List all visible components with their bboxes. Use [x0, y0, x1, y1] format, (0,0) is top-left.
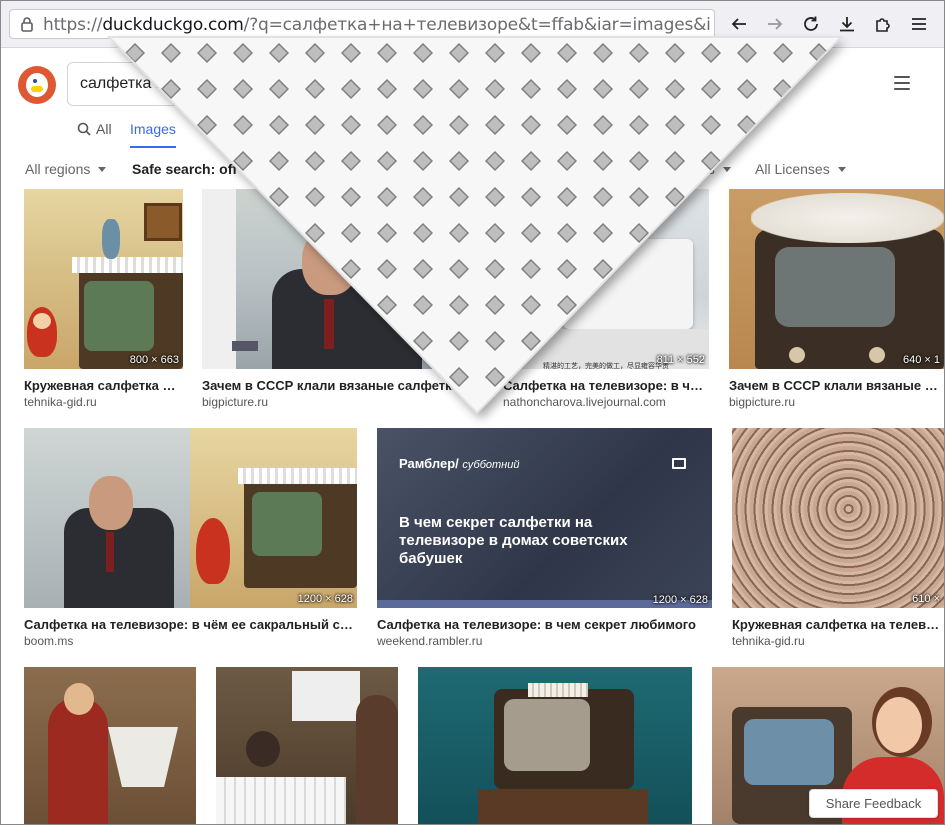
image-dimensions: 610 × [912, 593, 940, 605]
menu-icon[interactable] [894, 76, 910, 90]
result-source: bigpicture.ru [202, 395, 269, 409]
image-result[interactable]: 610 × Кружевная салфетка на телевизоре t… [732, 428, 944, 648]
type-filter[interactable]: All types [561, 161, 630, 177]
image-dimensions: 811 × 552 [656, 354, 705, 366]
image-result[interactable]: 1200 × 628 Салфетка на телевизоре: в чём… [24, 428, 357, 648]
result-title: Кружевная салфетка на телевизоре [732, 617, 944, 632]
lock-icon [21, 17, 33, 32]
image-result[interactable]: 424 Зачем в СССР клали вязаные салфетки … [202, 189, 483, 409]
url-text: https://duckduckgo.com/?q=салфетка+на+те… [43, 15, 710, 35]
card-headline: В чем секрет салфетки на телевизоре в до… [399, 514, 628, 567]
forward-button[interactable] [762, 11, 788, 37]
reload-button[interactable] [798, 11, 824, 37]
back-button[interactable] [726, 11, 752, 37]
tab-all[interactable]: All [77, 121, 112, 148]
extensions-button[interactable] [870, 11, 896, 37]
image-dimensions: 800 × 663 [129, 354, 179, 366]
address-bar[interactable]: https://duckduckgo.com/?q=салфетка+на+те… [9, 9, 715, 39]
image-result[interactable]: 640 × 1 Зачем в СССР клали вязаные салфе… [729, 189, 944, 409]
rambler-brand: Рамблер/ субботний [399, 456, 520, 471]
result-thumbnail[interactable]: 800 × 663 [24, 189, 183, 369]
image-result[interactable]: 800 × 663 Кружевная салфетка на телевизо… [24, 189, 183, 409]
image-dimensions: 640 × 1 [902, 354, 940, 366]
tab-videos[interactable]: Videos [217, 121, 260, 148]
tab-maps[interactable]: Maps [407, 121, 441, 148]
tab-chat[interactable]: Chat [582, 121, 612, 148]
image-result[interactable]: Рамблер/ субботний В чем секрет салфетки… [377, 428, 712, 648]
result-source: tehnika-gid.ru [24, 395, 97, 409]
browser-window: https://duckduckgo.com/?q=салфетка+на+те… [0, 0, 945, 825]
regions-filter[interactable]: All regions [25, 161, 107, 177]
search-icon [77, 122, 91, 136]
image-result[interactable] [24, 667, 196, 824]
image-dimensions: 424 [460, 354, 479, 366]
color-filter[interactable]: All colors [461, 161, 534, 177]
licenses-filter[interactable]: All Licenses [755, 161, 846, 177]
result-thumbnail[interactable]: 640 × 1 [729, 189, 944, 369]
image-result[interactable]: 精湛的工艺，完美的做工，尽显雍容华贵 811 × 552 Салфетка на… [503, 189, 709, 409]
tab-images[interactable]: Images [130, 121, 176, 148]
book-icon [672, 458, 686, 469]
layout-filter[interactable]: All layouts [651, 161, 731, 177]
filter-bar: All regions Safe search: off Any time Al… [1, 148, 944, 188]
image-overlay-text: 精湛的工艺，完美的做工，尽显雍容华贵 [543, 363, 669, 369]
result-thumbnail[interactable]: 1200 × 628 [24, 428, 357, 608]
hamburger-icon [912, 18, 926, 30]
result-thumbnail[interactable]: 精湛的工艺，完美的做工，尽显雍容华贵 811 × 552 [503, 189, 709, 369]
reload-icon [804, 16, 818, 31]
result-title: Салфетка на телевизоре: в чем секрет [503, 378, 709, 393]
puzzle-icon [876, 18, 890, 32]
time-filter[interactable]: Any time [271, 161, 342, 177]
size-filter[interactable]: All sizes [361, 161, 429, 177]
image-result[interactable] [418, 667, 692, 824]
search-header: салфетка на телевизоре All Images Videos… [1, 48, 944, 149]
arrow-left-icon [731, 18, 746, 30]
result-source: boom.ms [24, 634, 74, 648]
app-menu-button[interactable] [906, 11, 932, 37]
search-query: салфетка на телевизоре [80, 75, 264, 92]
result-source: tehnika-gid.ru [732, 634, 805, 648]
result-source: nathoncharova.livejournal.com [503, 395, 666, 409]
safe-search-filter[interactable]: Safe search: off [132, 161, 254, 177]
result-title: Зачем в СССР клали вязаные салфетки [729, 378, 944, 393]
image-dimensions: 1200 × 628 [297, 593, 353, 605]
image-result[interactable] [216, 667, 398, 824]
result-title: Салфетка на телевизоре: в чём ее сакраль… [24, 617, 357, 632]
search-input[interactable]: салфетка на телевизоре [67, 62, 537, 106]
result-title: Зачем в СССР клали вязаные салфетки на т… [202, 378, 483, 393]
share-feedback-button[interactable]: Share Feedback [809, 789, 938, 818]
result-source: weekend.rambler.ru [377, 634, 483, 648]
arrow-right-icon [768, 18, 783, 30]
downloads-button[interactable] [834, 11, 860, 37]
duckduckgo-logo[interactable] [18, 66, 56, 104]
browser-toolbar: https://duckduckgo.com/?q=салфетка+на+те… [1, 1, 944, 48]
result-thumbnail[interactable]: 424 [202, 189, 483, 369]
result-thumbnail[interactable]: 610 × [732, 428, 944, 608]
result-title: Кружевная салфетка на телевизоре [24, 378, 183, 393]
image-dimensions: 1200 × 628 [652, 594, 708, 606]
tab-news[interactable]: News [317, 121, 352, 148]
download-icon [840, 17, 854, 32]
result-thumbnail[interactable]: Рамблер/ субботний В чем секрет салфетки… [377, 428, 712, 608]
result-title: Салфетка на телевизоре: в чем секрет люб… [377, 617, 696, 632]
result-source: bigpicture.ru [729, 395, 796, 409]
